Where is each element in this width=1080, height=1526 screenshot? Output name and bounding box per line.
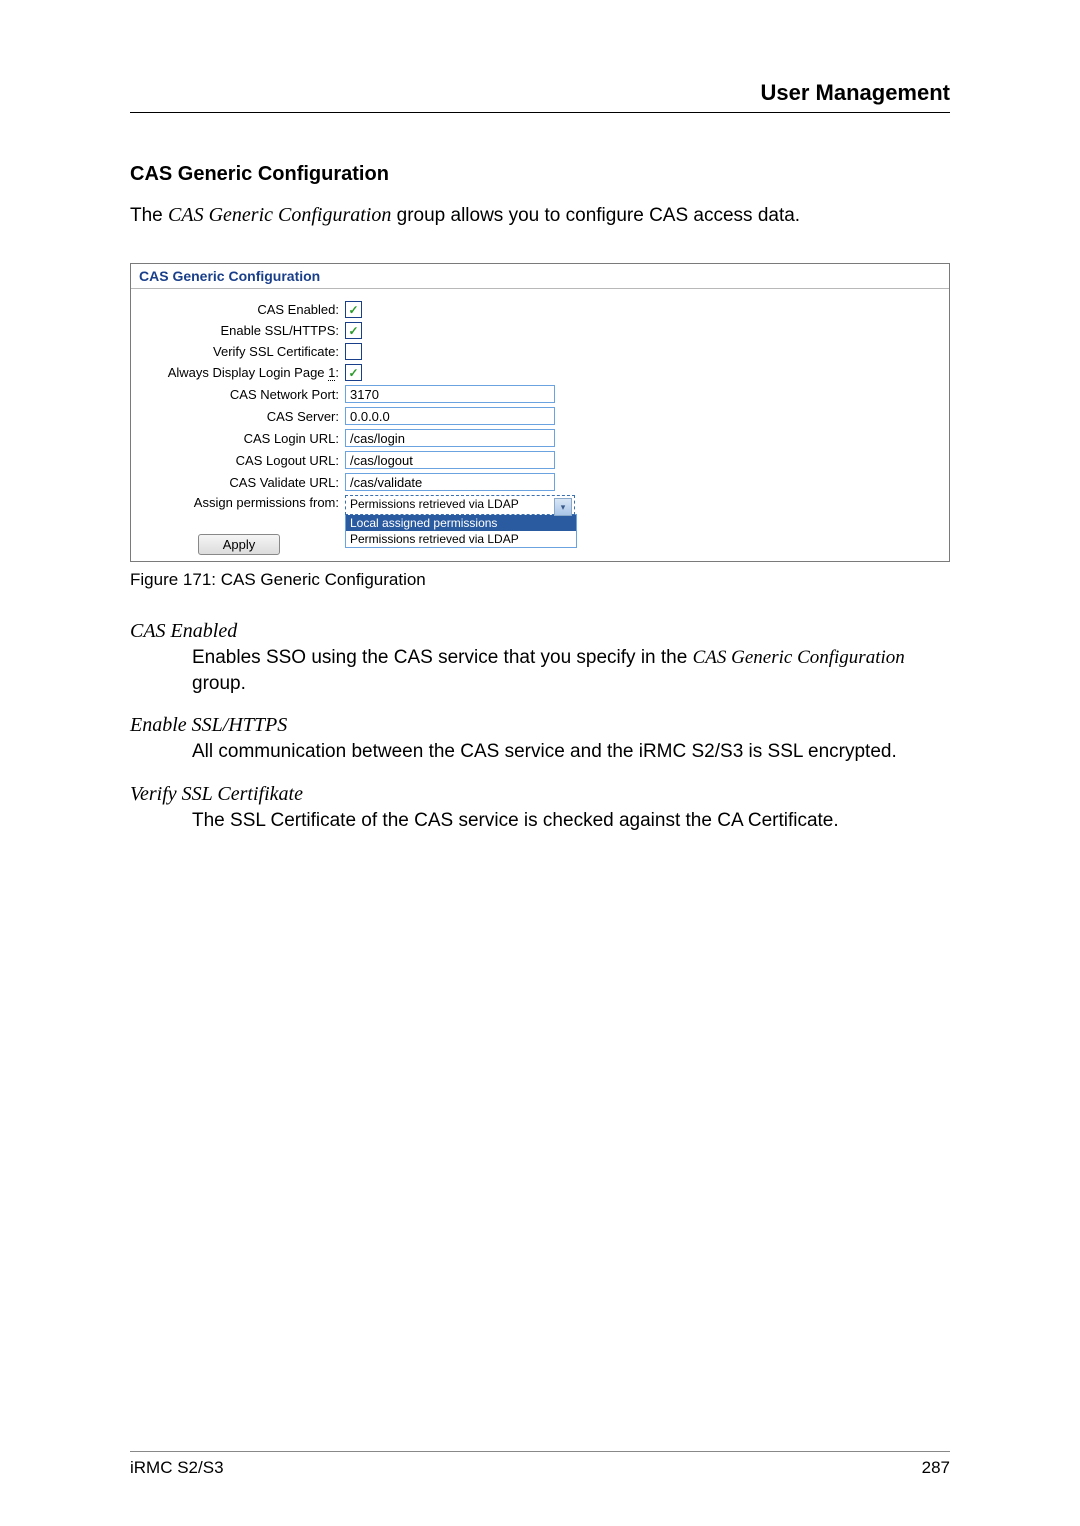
label-verify-ssl: Verify SSL Certificate: xyxy=(139,344,345,359)
config-panel-title: CAS Generic Configuration xyxy=(131,264,949,289)
dropdown-option[interactable]: Local assigned permissions xyxy=(346,515,576,531)
row-enable-ssl: Enable SSL/HTTPS: ✓ xyxy=(139,322,941,339)
row-validate-url: CAS Validate URL: xyxy=(139,473,941,491)
select-assign-perms[interactable]: Permissions retrieved via LDAP ▾ xyxy=(345,495,575,515)
apply-button[interactable]: Apply xyxy=(198,534,281,555)
input-network-port[interactable] xyxy=(345,385,555,403)
input-validate-url[interactable] xyxy=(345,473,555,491)
row-login-url: CAS Login URL: xyxy=(139,429,941,447)
input-logout-url[interactable] xyxy=(345,451,555,469)
row-verify-ssl: Verify SSL Certificate: xyxy=(139,343,941,360)
row-cas-enabled: CAS Enabled: ✓ xyxy=(139,301,941,318)
row-logout-url: CAS Logout URL: xyxy=(139,451,941,469)
def-desc-italic: CAS Generic Configuration xyxy=(693,647,905,668)
label-always-login: Always Display Login Page 1: xyxy=(139,365,345,380)
figure-caption: Figure 171: CAS Generic Configuration xyxy=(130,570,950,590)
label-cas-server: CAS Server: xyxy=(139,409,345,424)
checkbox-enable-ssl[interactable]: ✓ xyxy=(345,322,362,339)
label-assign-perms: Assign permissions from: xyxy=(139,495,345,510)
intro-suffix: group allows you to configure CAS access… xyxy=(391,205,800,226)
intro-prefix: The xyxy=(130,205,168,226)
chevron-down-icon: ▾ xyxy=(554,498,572,516)
label-network-port: CAS Network Port: xyxy=(139,387,345,402)
checkbox-verify-ssl[interactable] xyxy=(345,343,362,360)
row-always-login: Always Display Login Page 1: ✓ xyxy=(139,364,941,381)
config-panel: CAS Generic Configuration CAS Enabled: ✓… xyxy=(130,263,950,562)
def-desc-cas-enabled: Enables SSO using the CAS service that y… xyxy=(192,645,950,696)
intro-italic: CAS Generic Configuration xyxy=(168,204,391,226)
def-desc-verify-ssl: The SSL Certificate of the CAS service i… xyxy=(192,808,950,834)
checkbox-always-login[interactable]: ✓ xyxy=(345,364,362,381)
def-desc-text2: group. xyxy=(192,673,246,694)
label-always-login-suffix: : xyxy=(335,365,339,380)
label-enable-ssl: Enable SSL/HTTPS: xyxy=(139,323,345,338)
row-cas-server: CAS Server: xyxy=(139,407,941,425)
dropdown-option[interactable]: Permissions retrieved via LDAP xyxy=(346,531,576,547)
label-login-url: CAS Login URL: xyxy=(139,431,345,446)
input-cas-server[interactable] xyxy=(345,407,555,425)
def-desc-text: Enables SSO using the CAS service that y… xyxy=(192,647,693,668)
chapter-title: User Management xyxy=(130,80,950,113)
footer-page-number: 287 xyxy=(922,1458,950,1478)
section-heading: CAS Generic Configuration xyxy=(130,163,950,186)
footer-left: iRMC S2/S3 xyxy=(130,1458,224,1478)
label-cas-enabled: CAS Enabled: xyxy=(139,302,345,317)
input-login-url[interactable] xyxy=(345,429,555,447)
def-term-enable-ssl: Enable SSL/HTTPS xyxy=(130,714,950,737)
select-value: Permissions retrieved via LDAP xyxy=(350,497,519,511)
label-always-login-text: Always Display Login Page xyxy=(168,365,328,380)
checkbox-cas-enabled[interactable]: ✓ xyxy=(345,301,362,318)
intro-paragraph: The CAS Generic Configuration group allo… xyxy=(130,204,950,227)
dropdown-assign-perms: Local assigned permissions Permissions r… xyxy=(345,514,577,548)
label-logout-url: CAS Logout URL: xyxy=(139,453,345,468)
def-term-cas-enabled: CAS Enabled xyxy=(130,620,950,643)
row-network-port: CAS Network Port: xyxy=(139,385,941,403)
label-validate-url: CAS Validate URL: xyxy=(139,475,345,490)
def-term-verify-ssl: Verify SSL Certifikate xyxy=(130,783,950,806)
def-desc-enable-ssl: All communication between the CAS servic… xyxy=(192,739,950,765)
page-footer: iRMC S2/S3 287 xyxy=(130,1451,950,1478)
